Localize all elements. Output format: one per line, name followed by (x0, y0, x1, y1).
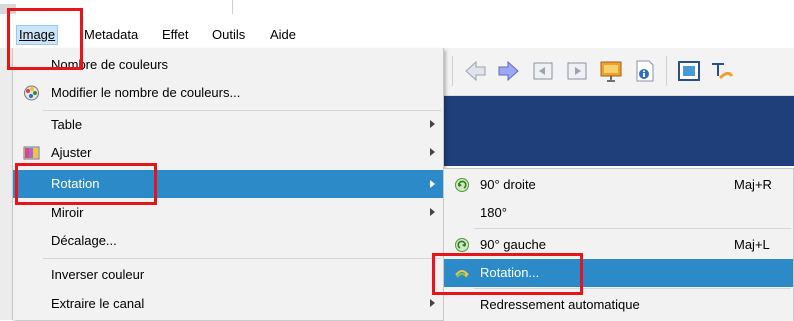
slideshow-icon[interactable] (598, 58, 624, 84)
menu-item-label: Modifier le nombre de couleurs... (51, 85, 241, 100)
menu-aide-label: Aide (270, 27, 297, 42)
menu-item-modifier-couleurs[interactable]: Modifier le nombre de couleurs... (13, 80, 443, 106)
menu-item-label: Inverser couleur (51, 267, 145, 282)
menu-outils[interactable]: Outils (210, 26, 247, 44)
submenu-item-180[interactable]: 180° (444, 199, 793, 227)
fullscreen-icon[interactable] (676, 58, 702, 84)
menu-item-inverser-couleur[interactable]: Inverser couleur (13, 262, 443, 288)
menu-item-label: Table (51, 117, 83, 132)
submenu-arrow-icon (430, 148, 435, 156)
menu-effet-label: Effet (162, 27, 189, 42)
submenu-arrow-icon (430, 299, 435, 307)
menu-outils-label: Outils (212, 27, 246, 42)
submenu-item-redressement[interactable]: Redressement automatique (444, 291, 793, 319)
arrow-left-icon[interactable] (462, 58, 488, 84)
menu-effet[interactable]: Effet (160, 26, 191, 44)
menu-item-label: Extraire le canal (51, 296, 145, 311)
menu-item-table[interactable]: Table (13, 112, 443, 138)
annotation-box-image-menu (7, 8, 83, 70)
shortcut-label: Maj+R (734, 177, 772, 192)
toolbar-separator-2 (666, 56, 667, 86)
arrow-right-icon[interactable] (496, 58, 522, 84)
menu-item-label: Ajuster (51, 145, 92, 160)
menu-item-label: Miroir (51, 205, 84, 220)
menu-item-decalage[interactable]: Décalage... (13, 228, 443, 254)
rotate-left-icon (455, 238, 469, 252)
submenu-arrow-icon (430, 208, 435, 216)
title-strip (0, 0, 794, 22)
annotation-box-rotation-dialog (432, 253, 583, 295)
submenu-item-90-droite[interactable]: 90° droite Maj+R (444, 171, 793, 199)
submenu-arrow-icon (430, 120, 435, 128)
menu-separator (43, 258, 441, 259)
page-back-icon[interactable] (530, 58, 556, 84)
annotation-box-rotation (15, 163, 157, 205)
info-icon[interactable] (632, 58, 658, 84)
submenu-item-label: Redressement automatique (480, 297, 640, 312)
submenu-item-label: 90° gauche (480, 237, 546, 252)
menu-item-label: Décalage... (51, 233, 117, 248)
toolbar-separator (452, 56, 453, 86)
rotation-submenu: 90° droite Maj+R 180° 90° gauche Maj+L R… (443, 168, 794, 321)
submenu-separator (474, 228, 791, 229)
shortcut-label: Maj+L (734, 237, 770, 252)
menu-separator (43, 110, 441, 111)
submenu-item-label: 180° (480, 205, 507, 220)
submenu-item-label: 90° droite (480, 177, 536, 192)
adjust-icon (23, 146, 40, 160)
menu-aide[interactable]: Aide (268, 26, 298, 44)
titlebar-divider (232, 0, 233, 14)
submenu-arrow-icon (430, 180, 435, 188)
image-banner (440, 96, 794, 166)
menu-metadata[interactable]: Metadata (82, 26, 140, 44)
menu-item-extraire-canal[interactable]: Extraire le canal (13, 291, 443, 317)
text-icon[interactable] (708, 58, 734, 84)
menu-metadata-label: Metadata (84, 27, 139, 42)
rotate-right-icon (455, 178, 469, 192)
page-forward-icon[interactable] (564, 58, 590, 84)
palette-icon (24, 85, 39, 101)
left-gutter (0, 48, 12, 320)
menu-bar: Image Metadata Effet Outils Aide (0, 22, 794, 48)
